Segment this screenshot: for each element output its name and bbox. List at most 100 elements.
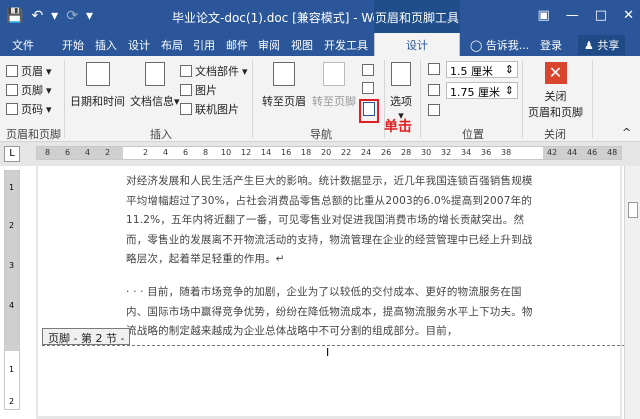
footer-icon <box>6 84 18 96</box>
tab-references[interactable]: 引用 <box>193 37 215 53</box>
annotation-highlight <box>359 99 379 123</box>
header-distance-icon <box>428 63 440 75</box>
align-tab-icon[interactable] <box>428 104 440 116</box>
picture-button[interactable]: 图片 <box>180 82 217 98</box>
ruler-tick: 2 <box>9 397 15 406</box>
options-icon <box>391 62 411 86</box>
ruler-tick: 34 <box>461 148 472 157</box>
maximize-icon[interactable]: □ <box>595 8 607 23</box>
group-separator <box>252 60 253 138</box>
vertical-ruler[interactable]: 1 2 3 4 1 2 <box>4 170 20 410</box>
group-separator <box>420 60 421 138</box>
group-label-position: 位置 <box>462 128 484 141</box>
next-icon[interactable] <box>362 82 374 94</box>
ruler-tick: 4 <box>9 301 15 310</box>
options-button[interactable]: 选项 ▾ <box>390 62 412 122</box>
ruler-tick: 20 <box>321 148 332 157</box>
lightbulb-icon: ◯ <box>470 39 483 52</box>
ruler-tick: 30 <box>421 148 432 157</box>
ruler-tick: 22 <box>341 148 352 157</box>
minimize-icon[interactable]: — <box>566 8 579 23</box>
close-icon[interactable]: ✕ <box>623 8 634 23</box>
online-picture-icon <box>180 103 192 115</box>
previous-icon[interactable] <box>362 64 374 76</box>
customize-icon[interactable]: ▾ <box>86 7 93 25</box>
share-button[interactable]: ♟ 共享 <box>578 35 626 55</box>
ruler-tick: 1 <box>9 183 15 192</box>
group-label-insert: 插入 <box>150 128 172 141</box>
footer-section-tag: 页脚 - 第 2 节 - <box>42 328 131 345</box>
ruler-tick: 6 <box>183 148 189 157</box>
tab-file[interactable]: 文件 <box>12 37 34 53</box>
ruler-tick: 2 <box>105 148 111 157</box>
ruler-tick: 42 <box>547 148 558 157</box>
docinfo-button[interactable]: 文档信息▾ <box>130 62 180 109</box>
tab-layout[interactable]: 布局 <box>161 37 183 53</box>
vertical-scrollbar[interactable] <box>624 166 640 419</box>
ribbon-display-icon[interactable]: ▣ <box>538 8 550 23</box>
close-header-footer-button[interactable]: ✕ 关闭 页眉和页脚 <box>528 62 583 120</box>
dropdown-icon[interactable]: ▾ <box>51 7 58 25</box>
goto-footer-button[interactable]: 转至页脚 <box>312 62 356 109</box>
login-button[interactable]: 登录 <box>540 37 562 53</box>
ribbon: 页眉 ▾ 页脚 ▾ 页码 ▾ 页眉和页脚 日期和时间 文档信息▾ 文档部件 ▾ 图片 联… <box>0 56 640 142</box>
ribbon-tabs: 文件 开始 插入 设计 布局 引用 邮件 审阅 视图 开发工具 设计 ◯ 告诉我… <box>0 33 640 56</box>
calendar-icon <box>85 62 110 86</box>
tab-hf-design[interactable]: 设计 <box>374 33 460 56</box>
footer-button[interactable]: 页脚 ▾ <box>6 82 52 98</box>
undo-icon[interactable]: ↶ <box>31 7 43 25</box>
footer-distance-input[interactable]: 1.75 厘米 ⇕ <box>446 82 518 99</box>
header-button[interactable]: 页眉 ▾ <box>6 63 52 79</box>
online-picture-button[interactable]: 联机图片 <box>180 101 239 117</box>
tab-stop-selector[interactable]: L <box>4 146 20 162</box>
group-separator <box>64 60 65 138</box>
group-separator <box>522 60 523 138</box>
group-label-close: 关闭 <box>544 128 566 141</box>
tab-view[interactable]: 视图 <box>291 37 313 53</box>
header-icon <box>6 65 18 77</box>
ruler-tick: 18 <box>301 148 312 157</box>
tab-developer[interactable]: 开发工具 <box>324 37 368 53</box>
ruler-tick: 44 <box>567 148 578 157</box>
ruler-tick: 8 <box>45 148 51 157</box>
scrollbar-thumb[interactable] <box>628 202 638 218</box>
ruler-tick: 2 <box>9 221 15 230</box>
ruler-tick: 6 <box>65 148 71 157</box>
tab-mailings[interactable]: 邮件 <box>226 37 248 53</box>
tab-design[interactable]: 设计 <box>128 37 150 53</box>
docparts-icon <box>180 65 192 77</box>
ruler-tick: 26 <box>381 148 392 157</box>
window-title: 毕业论文-doc(1).doc [兼容模式] - Word <box>172 11 393 25</box>
tell-me-search[interactable]: ◯ 告诉我... <box>470 37 529 53</box>
text-cursor-icon: I <box>326 346 330 359</box>
datetime-button[interactable]: 日期和时间 <box>70 62 125 109</box>
footer-distance-icon <box>428 84 440 96</box>
ruler-tick: 28 <box>401 148 412 157</box>
document-icon <box>144 62 165 86</box>
header-distance-input[interactable]: 1.5 厘米 ⇕ <box>446 61 518 78</box>
goto-header-button[interactable]: 转至页眉 <box>262 62 306 109</box>
ruler-tick: 32 <box>441 148 452 157</box>
tab-home[interactable]: 开始 <box>62 37 84 53</box>
group-label-navigation: 导航 <box>310 128 332 141</box>
horizontal-ruler[interactable]: 8 6 4 2 2 4 6 8 10 12 14 16 18 20 22 24 … <box>36 146 622 160</box>
ruler-tick: 4 <box>85 148 91 157</box>
body-paragraph-1[interactable]: 对经济发展和人民生活产生巨大的影响。统计数据显示，近几年我国连锁百强销售规模平均… <box>126 172 536 270</box>
ruler-tick: 36 <box>481 148 492 157</box>
page-number-button[interactable]: 页码 ▾ <box>6 101 52 117</box>
redo-icon[interactable]: ⟳ <box>66 7 78 25</box>
ruler-tick: 1 <box>9 365 15 374</box>
tab-insert[interactable]: 插入 <box>95 37 117 53</box>
collapse-ribbon-icon[interactable]: ^ <box>622 126 631 139</box>
ruler-tick: 24 <box>361 148 372 157</box>
goto-footer-icon <box>323 62 345 86</box>
body-paragraph-2[interactable]: · · · 目前，随着市场竞争的加剧，企业为了以较低的交付成本、更好的物流服务在… <box>126 283 536 342</box>
close-x-icon: ✕ <box>544 62 567 84</box>
ruler-tick: 16 <box>281 148 292 157</box>
save-icon[interactable]: 💾 <box>6 7 23 25</box>
tab-review[interactable]: 审阅 <box>258 37 280 53</box>
context-tab-header-footer-tools: 页眉和页脚工具 <box>374 0 460 33</box>
docparts-button[interactable]: 文档部件 ▾ <box>180 63 248 79</box>
ruler-tick: 46 <box>587 148 598 157</box>
ruler-tick: 3 <box>9 261 15 270</box>
